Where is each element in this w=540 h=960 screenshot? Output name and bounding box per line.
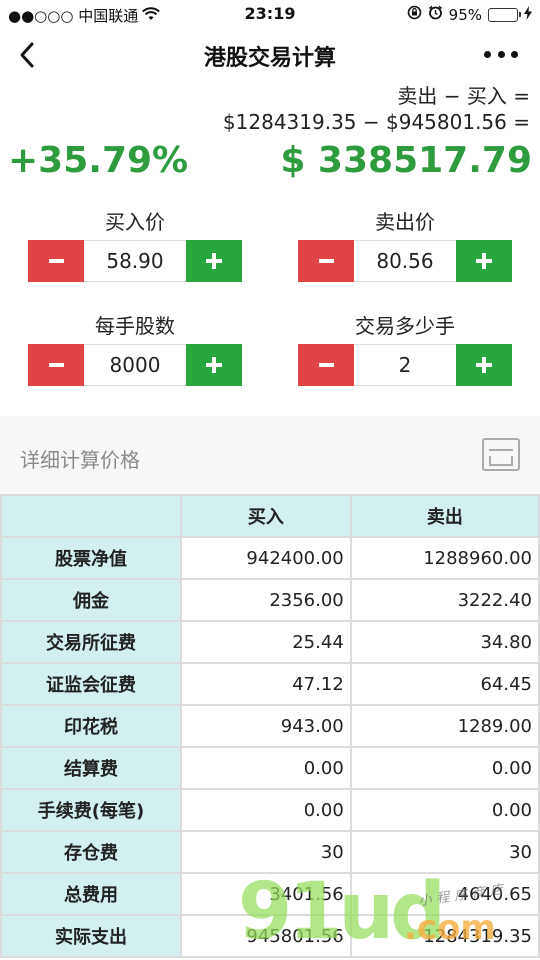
profit-amount: $ 338517.79	[280, 140, 532, 181]
lot-size-input[interactable]: 8000	[84, 344, 186, 386]
detail-section-header: 详细计算价格	[0, 416, 540, 494]
more-dot-icon	[511, 50, 518, 58]
table-row: 总费用 3401.56 4640.65	[0, 872, 540, 916]
table-row: 手续费(每笔) 0.00 0.00	[0, 788, 540, 832]
sell-price-input[interactable]: 80.56	[354, 240, 456, 282]
table-header-corner	[0, 494, 182, 538]
sell-price-block: 卖出价 80.56	[298, 208, 512, 282]
row-label: 实际支出	[0, 914, 182, 958]
more-button[interactable]	[484, 44, 518, 64]
buy-price-plus-button[interactable]	[186, 240, 242, 282]
sell-price-plus-button[interactable]	[456, 240, 512, 282]
status-bar: ●●○○○ 中国联通 23:19 95%	[0, 0, 540, 30]
table-row: 佣金 2356.00 3222.40	[0, 578, 540, 622]
sell-price-minus-button[interactable]	[298, 240, 354, 282]
buy-value: 3401.56	[180, 872, 352, 916]
lot-size-block: 每手股数 8000	[28, 312, 242, 386]
buy-price-minus-button[interactable]	[28, 240, 84, 282]
buy-price-label: 买入价	[105, 210, 165, 234]
alarm-icon	[428, 5, 443, 24]
sell-value: 34.80	[349, 620, 540, 664]
buy-value: 47.12	[180, 662, 352, 706]
more-dot-icon	[497, 50, 505, 58]
lots-plus-button[interactable]	[456, 344, 512, 386]
row-label: 手续费(每笔)	[0, 788, 182, 832]
buy-price-input[interactable]: 58.90	[84, 240, 186, 282]
table-header-row: 买入 卖出	[0, 494, 540, 538]
minus-icon	[318, 363, 334, 367]
sell-value: 0.00	[349, 746, 540, 790]
lot-size-plus-button[interactable]	[186, 344, 242, 386]
lots-stepper: 2	[298, 344, 512, 386]
lots-input[interactable]: 2	[354, 344, 456, 386]
lot-size-minus-button[interactable]	[28, 344, 84, 386]
table-row: 存仓费 30 30	[0, 830, 540, 874]
minus-icon	[318, 259, 334, 263]
battery-percent: 95%	[448, 5, 482, 24]
table-header-buy: 买入	[180, 494, 352, 538]
lots-block: 交易多少手 2	[298, 312, 512, 386]
minus-icon	[48, 259, 64, 263]
buy-value: 942400.00	[180, 536, 352, 580]
buy-value: 0.00	[180, 788, 352, 832]
detail-table: 买入 卖出 股票净值 942400.00 1288960.00 佣金 2356.00 32…	[0, 494, 540, 958]
sell-value: 1284319.35	[349, 914, 540, 958]
battery-icon	[488, 7, 521, 22]
more-dot-icon	[484, 50, 491, 58]
nav-bar: 港股交易计算	[0, 30, 540, 80]
sell-price-label: 卖出价	[375, 210, 435, 234]
profit-percent: +35.79%	[8, 140, 189, 181]
table-row: 股票净值 942400.00 1288960.00	[0, 536, 540, 580]
buy-value: 30	[180, 830, 352, 874]
sell-value: 1288960.00	[349, 536, 540, 580]
row-label: 佣金	[0, 578, 182, 622]
row-label: 印花税	[0, 704, 182, 748]
buy-value: 2356.00	[180, 578, 352, 622]
table-row: 印花税 943.00 1289.00	[0, 704, 540, 748]
row-label: 总费用	[0, 872, 182, 916]
detail-section-title: 详细计算价格	[20, 448, 140, 472]
row-label: 证监会征费	[0, 662, 182, 706]
buy-price-stepper: 58.90	[28, 240, 242, 282]
sell-value: 1289.00	[349, 704, 540, 748]
card-icon[interactable]	[482, 438, 520, 471]
table-row: 结算费 0.00 0.00	[0, 746, 540, 790]
buy-value: 0.00	[180, 746, 352, 790]
formula-label: 卖出 − 买入 =	[397, 84, 530, 108]
row-label: 股票净值	[0, 536, 182, 580]
table-header-sell: 卖出	[349, 494, 540, 538]
sell-value: 30	[349, 830, 540, 874]
sell-price-stepper: 80.56	[298, 240, 512, 282]
page-title: 港股交易计算	[203, 46, 336, 71]
buy-value: 945801.56	[180, 914, 352, 958]
sell-value: 4640.65	[349, 872, 540, 916]
formula-values: $1284319.35 − $945801.56 =	[222, 110, 530, 134]
status-right: 95%	[407, 5, 532, 24]
row-label: 结算费	[0, 746, 182, 790]
rotation-lock-icon	[407, 5, 422, 24]
buy-value: 25.44	[180, 620, 352, 664]
sell-value: 0.00	[349, 788, 540, 832]
table-row: 证监会征费 47.12 64.45	[0, 662, 540, 706]
lots-label: 交易多少手	[355, 314, 455, 338]
buy-value: 943.00	[180, 704, 352, 748]
minus-icon	[48, 363, 64, 367]
buy-price-block: 买入价 58.90	[28, 208, 242, 282]
lots-minus-button[interactable]	[298, 344, 354, 386]
row-label: 交易所征费	[0, 620, 182, 664]
table-row: 交易所征费 25.44 34.80	[0, 620, 540, 664]
table-row: 实际支出 945801.56 1284319.35	[0, 914, 540, 958]
sell-value: 3222.40	[349, 578, 540, 622]
row-label: 存仓费	[0, 830, 182, 874]
lot-size-label: 每手股数	[95, 314, 175, 338]
charging-icon	[524, 5, 532, 24]
sell-value: 64.45	[349, 662, 540, 706]
lot-size-stepper: 8000	[28, 344, 242, 386]
